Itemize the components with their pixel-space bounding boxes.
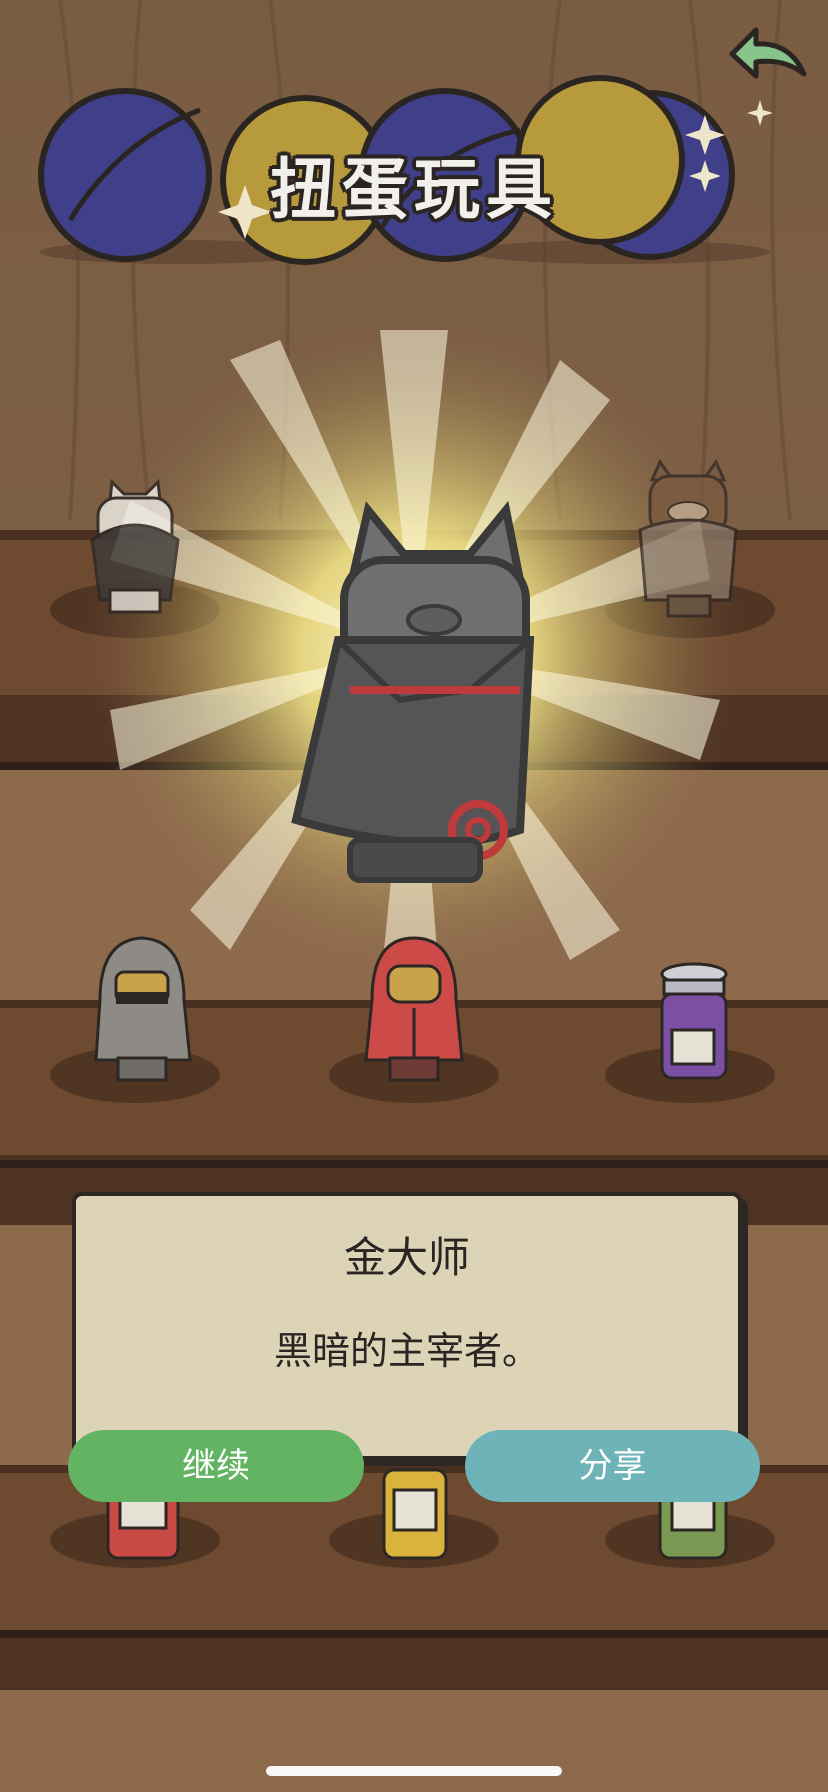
prize-dialog: 金大师 黑暗的主宰者。 <box>72 1192 742 1460</box>
toy-brown-dog[interactable] <box>638 458 738 618</box>
prize-description: 黑暗的主宰者。 <box>273 1329 540 1373</box>
game-scene <box>0 0 828 1792</box>
toy-purple-jar[interactable] <box>660 962 728 1080</box>
share-button[interactable]: 分享 <box>465 1430 760 1502</box>
toy-red-hooded-cat[interactable] <box>364 936 464 1082</box>
back-button[interactable] <box>712 14 812 94</box>
home-indicator[interactable] <box>266 1766 562 1776</box>
continue-button[interactable]: 继续 <box>68 1430 364 1502</box>
toy-gray-hooded-ninja[interactable] <box>94 936 192 1082</box>
toy-white-cat[interactable] <box>90 478 180 614</box>
toy-yellow-jar[interactable] <box>382 1468 448 1560</box>
prize-name: 金大师 <box>343 1233 470 1282</box>
page-title: 扭蛋玩具 <box>270 151 558 228</box>
back-arrow-icon <box>729 27 807 79</box>
